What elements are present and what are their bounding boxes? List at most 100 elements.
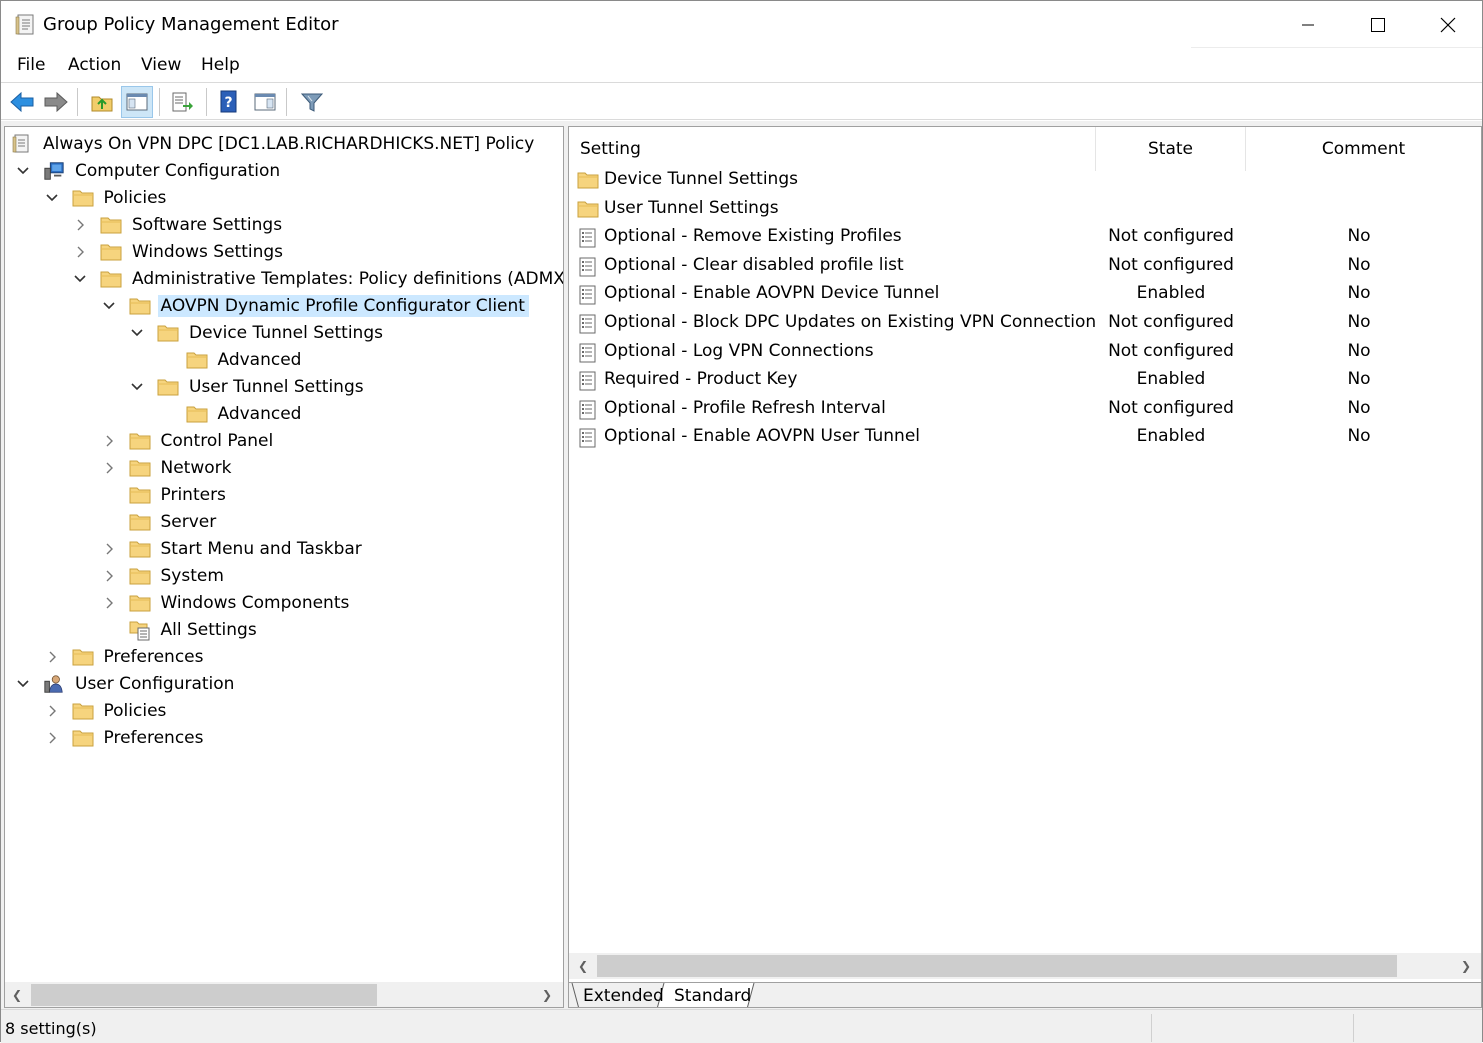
tab-extended[interactable]: Extended <box>583 986 664 1006</box>
all-settings-icon <box>129 620 151 641</box>
tree-device-tunnel-settings[interactable]: Device Tunnel Settings <box>129 320 387 346</box>
tree-server[interactable]: Server <box>101 509 221 535</box>
chevron-down-icon[interactable] <box>15 163 31 179</box>
menu-action[interactable]: Action <box>68 55 121 75</box>
svg-text:?: ? <box>224 95 232 111</box>
tree-item-label: Windows Components <box>160 593 350 613</box>
tree-item-label: Preferences <box>103 647 204 667</box>
tree-user-advanced[interactable]: Advanced <box>158 401 306 427</box>
tree-user-configuration[interactable]: User Configuration <box>15 671 238 697</box>
chevron-down-icon[interactable] <box>15 676 31 692</box>
setting-comment: No <box>1347 369 1371 390</box>
setting-comment: No <box>1347 283 1371 304</box>
chevron-down-icon[interactable] <box>129 379 145 395</box>
tree-control-panel[interactable]: Control Panel <box>101 428 278 454</box>
help-button[interactable]: ? <box>213 86 245 118</box>
tree-start-menu-taskbar[interactable]: Start Menu and Taskbar <box>101 536 366 562</box>
tree-user-policies[interactable]: Policies <box>44 698 171 724</box>
scrollbar-thumb[interactable] <box>31 984 377 1006</box>
tree-computer-configuration[interactable]: Computer Configuration <box>15 158 284 184</box>
tree-software-settings[interactable]: Software Settings <box>72 212 286 238</box>
forward-button[interactable] <box>40 86 72 118</box>
tree-user-tunnel-settings[interactable]: User Tunnel Settings <box>129 374 368 400</box>
show-hide-action-pane-button[interactable] <box>249 86 281 118</box>
menu-file[interactable]: File <box>17 55 45 75</box>
tree-administrative-templates[interactable]: Administrative Templates: Policy definit… <box>72 266 563 292</box>
tree-windows-settings[interactable]: Windows Settings <box>72 239 287 265</box>
folder-icon <box>577 170 599 190</box>
tree-network[interactable]: Network <box>101 455 236 481</box>
setting-comment: No <box>1347 340 1371 361</box>
scroll-right-icon[interactable]: ❯ <box>1454 953 1478 979</box>
tree-item-label: Advanced <box>217 350 302 370</box>
menu-help[interactable]: Help <box>201 55 240 75</box>
chevron-right-icon[interactable] <box>101 460 117 476</box>
chevron-right-icon[interactable] <box>72 244 88 260</box>
title-divider <box>1191 47 1482 48</box>
column-header-state[interactable]: State <box>1096 127 1246 171</box>
close-icon <box>1440 17 1455 33</box>
folder-icon <box>72 701 94 721</box>
scroll-left-icon[interactable]: ❮ <box>571 953 595 979</box>
export-list-button[interactable] <box>166 86 198 118</box>
chevron-right-icon[interactable] <box>101 541 117 557</box>
folder-icon <box>129 296 151 316</box>
table-row[interactable]: Required - Product Key Enabled No <box>569 366 1481 394</box>
tree-device-advanced[interactable]: Advanced <box>158 347 306 373</box>
chevron-right-icon[interactable] <box>101 568 117 584</box>
chevron-down-icon[interactable] <box>129 325 145 341</box>
scroll-left-icon[interactable]: ❮ <box>5 982 29 1007</box>
table-row[interactable]: Optional - Enable AOVPN Device Tunnel Ena… <box>569 280 1481 308</box>
column-header-setting[interactable]: Setting <box>569 127 1096 171</box>
chevron-right-icon[interactable] <box>101 433 117 449</box>
tree-windows-components[interactable]: Windows Components <box>101 590 354 616</box>
column-header-comment[interactable]: Comment <box>1246 127 1481 171</box>
tree-horizontal-scrollbar[interactable]: ❮ ❯ <box>5 982 563 1007</box>
show-hide-tree-icon <box>126 93 148 111</box>
maximize-button[interactable] <box>1343 1 1412 49</box>
table-row[interactable]: Optional - Enable AOVPN User Tunnel Enabl… <box>569 423 1481 451</box>
maximize-icon <box>1370 18 1385 32</box>
tree-item-label: Network <box>160 458 232 478</box>
show-hide-console-tree-button[interactable] <box>121 86 153 118</box>
tree-user-preferences[interactable]: Preferences <box>44 725 208 751</box>
minimize-button[interactable] <box>1273 1 1342 49</box>
tree-all-settings[interactable]: All Settings <box>101 617 261 643</box>
up-one-level-button[interactable] <box>86 86 118 118</box>
policy-setting-icon <box>577 313 599 334</box>
list-item-folder[interactable]: User Tunnel Settings <box>569 195 1481 223</box>
tree-item-label: Control Panel <box>160 431 274 451</box>
chevron-right-icon[interactable] <box>72 217 88 233</box>
chevron-right-icon[interactable] <box>44 649 60 665</box>
tree-printers[interactable]: Printers <box>101 482 230 508</box>
tree-policies[interactable]: Policies <box>44 185 171 211</box>
table-row[interactable]: Optional - Remove Existing Profiles Not c… <box>569 223 1481 251</box>
scroll-right-icon[interactable]: ❯ <box>535 982 559 1007</box>
chevron-right-icon[interactable] <box>101 595 117 611</box>
tree-computer-preferences[interactable]: Preferences <box>44 644 208 670</box>
table-row[interactable]: Optional - Log VPN Connections Not config… <box>569 338 1481 366</box>
menu-view[interactable]: View <box>141 55 181 75</box>
folder-icon <box>129 485 151 505</box>
filter-button[interactable] <box>296 86 328 118</box>
close-button[interactable] <box>1413 1 1482 49</box>
tree-item-label: Server <box>160 512 217 532</box>
list-item-folder[interactable]: Device Tunnel Settings <box>569 166 1481 194</box>
tree-item-label: Always On VPN DPC [DC1.LAB.RICHARDHICKS.… <box>43 134 535 154</box>
chevron-right-icon[interactable] <box>44 703 60 719</box>
details-horizontal-scrollbar[interactable]: ❮ ❯ <box>569 953 1481 979</box>
chevron-down-icon[interactable] <box>44 190 60 206</box>
chevron-down-icon[interactable] <box>101 298 117 314</box>
chevron-right-icon[interactable] <box>44 730 60 746</box>
table-row[interactable]: Optional - Profile Refresh Interval Not c… <box>569 395 1481 423</box>
folder-icon <box>100 242 122 262</box>
back-button[interactable] <box>6 86 38 118</box>
scrollbar-thumb[interactable] <box>597 955 1397 977</box>
tab-standard[interactable]: Standard <box>674 986 751 1006</box>
tree-system[interactable]: System <box>101 563 228 589</box>
tree-root-policy[interactable]: Always On VPN DPC [DC1.LAB.RICHARDHICKS.… <box>11 131 538 157</box>
tree-aovpn-dpc-client[interactable]: AOVPN Dynamic Profile Configurator Clien… <box>101 293 529 319</box>
table-row[interactable]: Optional - Block DPC Updates on Existing… <box>569 309 1481 337</box>
table-row[interactable]: Optional - Clear disabled profile list No… <box>569 252 1481 280</box>
chevron-down-icon[interactable] <box>72 271 88 287</box>
